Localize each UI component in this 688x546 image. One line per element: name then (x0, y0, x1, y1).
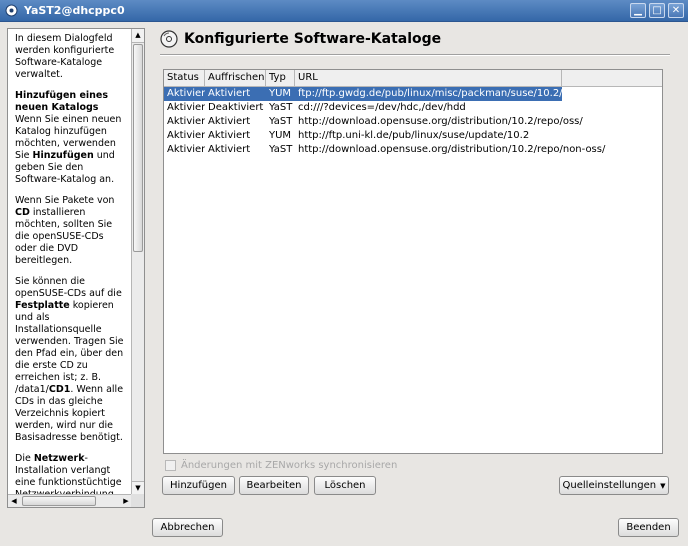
type-cell: YUM (269, 130, 292, 141)
help-bold-text: Festplatte (15, 300, 70, 311)
cancel-button-label: Abbrechen (160, 522, 215, 533)
delete-button-label: Löschen (324, 480, 366, 491)
type-cell: YaST (269, 102, 293, 113)
catalog-table[interactable]: Status Auffrischen Typ URL Aktiviert Akti… (163, 69, 663, 454)
minimize-button[interactable]: ▁ (630, 3, 646, 18)
column-header-url[interactable]: URL (295, 70, 562, 86)
help-text-segment: Wenn Sie Pakete von (15, 195, 115, 206)
edit-button-label: Bearbeiten (246, 480, 302, 491)
zenworks-sync-checkbox-row[interactable]: Änderungen mit ZENworks synchronisieren (165, 460, 397, 471)
help-bold-text: Hinzufügen eines neuen Katalogs (15, 90, 109, 113)
status-cell: Aktiviert (167, 130, 205, 141)
column-header-status[interactable]: Status (164, 70, 205, 86)
scroll-up-icon[interactable]: ▲ (132, 29, 144, 43)
help-text-segment: Die (15, 453, 34, 464)
help-pane[interactable]: In diesem Dialogfeld werden konfiguriert… (7, 28, 145, 508)
url-cell: http://download.opensuse.org/distributio… (298, 116, 583, 127)
column-header-filler (562, 70, 662, 86)
scroll-left-icon[interactable]: ◀ (8, 495, 20, 507)
add-button-label: Hinzufügen (170, 480, 227, 491)
help-vertical-scrollbar[interactable]: ▲ ▼ (131, 29, 144, 495)
refresh-cell: Aktiviert (208, 116, 251, 127)
heading-divider (160, 54, 670, 56)
help-bold-text: CD (15, 207, 30, 218)
window-title: YaST2@dhcppc0 (24, 4, 125, 17)
help-text-segment: installieren möchten, sollten Sie die op… (15, 207, 113, 266)
yast-app-icon[interactable] (4, 4, 18, 18)
type-cell: YaST (269, 116, 293, 127)
maximize-button[interactable]: □ (649, 3, 665, 18)
help-text-segment: kopieren und als Installationsquelle ver… (15, 300, 124, 395)
finish-button[interactable]: Beenden (618, 518, 679, 537)
help-paragraph: Hinzufügen eines neuen Katalogs Wenn Sie… (15, 90, 127, 186)
dropdown-arrow-icon: ▼ (660, 482, 666, 490)
source-settings-label: Quelleinstellungen (562, 480, 657, 491)
scrollbar-corner (131, 494, 144, 507)
table-row[interactable]: Aktiviert Aktiviert YaST http://download.op… (164, 115, 662, 129)
table-row[interactable]: Aktiviert Deaktiviert YaST cd:///?devices=/… (164, 101, 662, 115)
help-bold-text: Hinzufügen (32, 150, 94, 161)
close-button[interactable]: ✕ (668, 3, 684, 18)
help-paragraph: In diesem Dialogfeld werden konfiguriert… (15, 33, 127, 81)
refresh-cell: Aktiviert (208, 130, 251, 141)
status-cell: Aktiviert (167, 116, 205, 127)
delete-button[interactable]: Löschen (314, 476, 376, 495)
url-cell: http://ftp.uni-kl.de/pub/linux/suse/upda… (298, 130, 530, 141)
help-vertical-scroll-thumb[interactable] (133, 44, 143, 252)
help-paragraph: Wenn Sie Pakete von CD installieren möch… (15, 195, 127, 267)
minimize-icon: ▁ (634, 5, 642, 16)
status-cell: Aktiviert (167, 102, 205, 113)
help-horizontal-scrollbar[interactable]: ◀ ▶ (8, 494, 132, 507)
zenworks-sync-checkbox[interactable] (165, 460, 176, 471)
page-title: Konfigurierte Software-Kataloge (184, 31, 442, 47)
software-catalog-icon (160, 30, 178, 48)
url-cell: cd:///?devices=/dev/hdc,/dev/hdd (298, 102, 466, 113)
url-cell: http://download.opensuse.org/distributio… (298, 144, 606, 155)
finish-button-label: Beenden (626, 522, 671, 533)
table-body: Aktiviert Aktiviert YUM ftp://ftp.gwdg.de/p… (164, 87, 662, 157)
maximize-icon: □ (652, 5, 662, 16)
table-header: Status Auffrischen Typ URL (164, 70, 662, 87)
table-row[interactable]: Aktiviert Aktiviert YUM ftp://ftp.gwdg.de/p… (164, 87, 563, 101)
help-bold-text: Netzwerk (33, 453, 85, 464)
status-cell: Aktiviert (167, 144, 205, 155)
type-cell: YUM (269, 88, 292, 99)
source-settings-dropdown-button[interactable]: Quelleinstellungen ▼ (559, 476, 669, 495)
table-row[interactable]: Aktiviert Aktiviert YaST http://download.op… (164, 143, 662, 157)
help-text: In diesem Dialogfeld werden konfiguriert… (15, 33, 127, 507)
table-row[interactable]: Aktiviert Aktiviert YUM http://ftp.uni-kl.d… (164, 129, 662, 143)
close-icon: ✕ (671, 5, 681, 16)
edit-button[interactable]: Bearbeiten (239, 476, 309, 495)
scroll-down-icon[interactable]: ▼ (132, 481, 144, 495)
status-cell: Aktiviert (167, 88, 205, 99)
zenworks-sync-label: Änderungen mit ZENworks synchronisieren (181, 460, 398, 471)
help-text-segment: In diesem Dialogfeld werden konfiguriert… (15, 33, 115, 80)
help-paragraph: Sie können die openSUSE-CDs auf die Fest… (15, 276, 127, 444)
refresh-cell: Aktiviert (208, 88, 251, 99)
add-button[interactable]: Hinzufügen (162, 476, 235, 495)
refresh-cell: Aktiviert (208, 144, 251, 155)
type-cell: YaST (269, 144, 293, 155)
help-text-segment: Sie können die openSUSE-CDs auf die (15, 276, 122, 299)
column-header-type[interactable]: Typ (266, 70, 295, 86)
column-header-refresh[interactable]: Auffrischen (205, 70, 266, 86)
help-bold-text: CD1 (48, 384, 71, 395)
dialog-heading: Konfigurierte Software-Kataloge (160, 30, 441, 48)
window-titlebar[interactable]: YaST2@dhcppc0 ▁ □ ✕ (0, 0, 688, 22)
refresh-cell: Deaktiviert (208, 102, 264, 113)
url-cell: ftp://ftp.gwdg.de/pub/linux/misc/packman… (298, 88, 563, 99)
cancel-button[interactable]: Abbrechen (152, 518, 223, 537)
help-horizontal-scroll-thumb[interactable] (22, 496, 96, 506)
